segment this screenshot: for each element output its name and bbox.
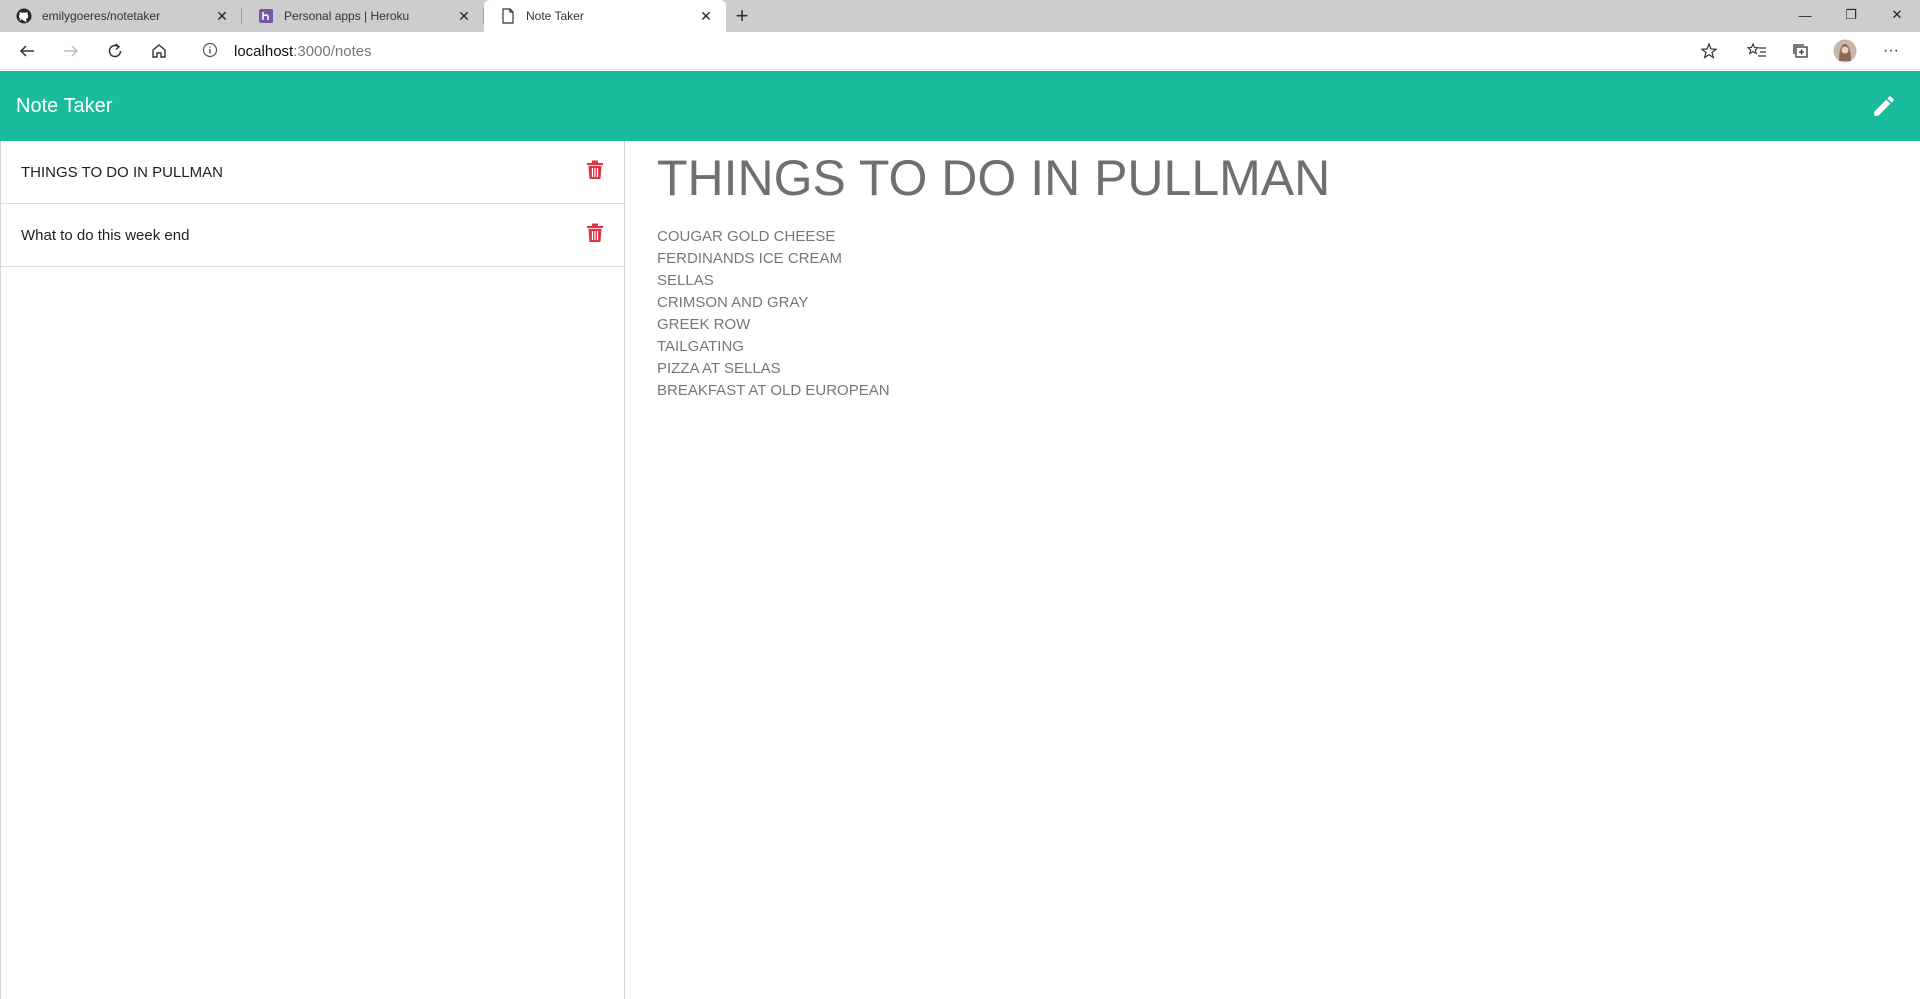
delete-trash-icon[interactable] <box>586 223 606 245</box>
tab-heroku[interactable]: Personal apps | Heroku ✕ <box>242 0 484 32</box>
close-tab-icon[interactable]: ✕ <box>214 8 230 24</box>
url-host: localhost <box>234 42 294 60</box>
tab-title: emilygoeres/notetaker <box>42 9 161 23</box>
tab-title: Note Taker <box>526 9 584 23</box>
note-line: GREEK ROW <box>657 316 751 333</box>
notes-list: THINGS TO DO IN PULLMAN What to do this … <box>0 141 625 999</box>
list-item[interactable]: THINGS TO DO IN PULLMAN <box>1 141 624 204</box>
back-icon[interactable] <box>12 36 42 66</box>
window-close-icon[interactable]: ✕ <box>1874 0 1920 30</box>
home-icon[interactable] <box>144 36 174 66</box>
more-menu-icon[interactable]: ··· <box>1876 36 1906 66</box>
heroku-icon <box>258 8 274 24</box>
note-line: COUGAR GOLD CHEESE <box>657 228 836 245</box>
app-brand[interactable]: Note Taker <box>16 95 112 118</box>
delete-trash-icon[interactable] <box>586 160 606 182</box>
browser-tabstrip: emilygoeres/notetaker ✕ Personal apps | … <box>0 0 1920 32</box>
profile-avatar[interactable] <box>1830 36 1860 66</box>
note-line: FERDINANDS ICE CREAM <box>657 250 843 267</box>
page-icon <box>500 8 516 24</box>
github-icon <box>16 8 32 24</box>
forward-icon[interactable] <box>56 36 86 66</box>
note-line: CRIMSON AND GRAY <box>657 294 809 311</box>
browser-toolbar: localhost:3000/notes ··· <box>0 32 1920 70</box>
tab-github[interactable]: emilygoeres/notetaker ✕ <box>0 0 242 32</box>
close-tab-icon[interactable]: ✕ <box>698 8 714 24</box>
note-body-textarea[interactable]: COUGAR GOLD CHEESE FERDINANDS ICE CREAM … <box>657 226 1897 402</box>
url-path: :3000/notes <box>293 42 372 60</box>
note-title-input[interactable]: THINGS TO DO IN PULLMAN <box>657 151 1897 206</box>
list-item[interactable]: What to do this week end <box>1 204 624 267</box>
tab-title: Personal apps | Heroku <box>284 9 410 23</box>
collections-icon[interactable] <box>1786 36 1816 66</box>
address-bar[interactable]: localhost:3000/notes <box>188 36 1728 66</box>
favorites-icon[interactable] <box>1742 36 1772 66</box>
close-tab-icon[interactable]: ✕ <box>456 8 472 24</box>
minimize-icon[interactable]: — <box>1782 0 1828 30</box>
note-editor: THINGS TO DO IN PULLMAN COUGAR GOLD CHEE… <box>657 141 1897 991</box>
note-line: TAILGATING <box>657 338 744 355</box>
favorite-star-icon[interactable] <box>1700 42 1718 64</box>
window-controls: — ❐ ✕ <box>1782 0 1920 30</box>
note-list-title: What to do this week end <box>21 226 190 244</box>
tab-note-taker[interactable]: Note Taker ✕ <box>484 0 726 32</box>
note-line: SELLAS <box>657 272 714 289</box>
refresh-icon[interactable] <box>100 36 130 66</box>
app-navbar: Note Taker <box>0 71 1920 141</box>
note-line: BREAKFAST AT OLD EUROPEAN <box>657 382 890 399</box>
site-info-icon[interactable] <box>202 42 220 60</box>
note-list-title: THINGS TO DO IN PULLMAN <box>21 163 223 181</box>
note-line: PIZZA AT SELLAS <box>657 360 781 377</box>
new-note-pencil-icon[interactable] <box>1870 92 1898 120</box>
restore-icon[interactable]: ❐ <box>1828 0 1874 30</box>
new-tab-button[interactable]: + <box>726 0 758 32</box>
